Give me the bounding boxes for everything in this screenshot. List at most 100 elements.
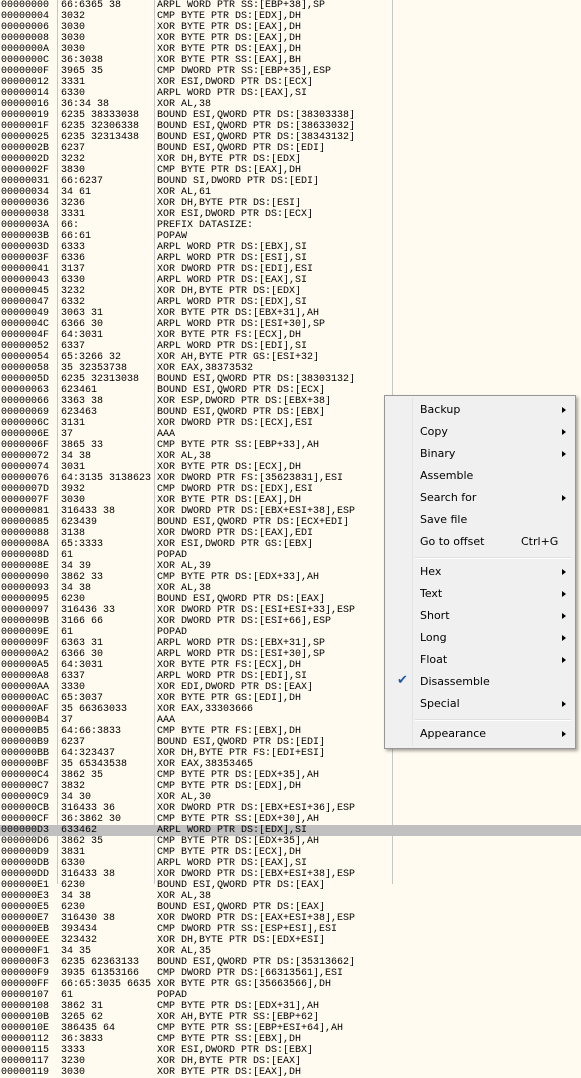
disasm-row[interactable]: 00000038 3331 XOR ESI,DWORD PTR DS:[ECX] — [0, 209, 581, 220]
disasm-row[interactable]: 0000000C 36:3038 XOR BYTE PTR SS:[EAX],BH — [0, 55, 581, 66]
disasm-row[interactable]: 00000047 6332 ARPL WORD PTR DS:[EDX],SI — [0, 297, 581, 308]
disasm-row[interactable]: 0000004C 6366 30 ARPL WORD PTR DS:[ESI+30]… — [0, 319, 581, 330]
disasm-row[interactable]: 00000108 3862 31 CMP BYTE PTR DS:[EDX+31],… — [0, 1001, 581, 1012]
menu-item-text[interactable]: Text — [388, 583, 572, 605]
disasm-row[interactable]: 0000002D 3232 XOR DH,BYTE PTR DS:[EDX] — [0, 154, 581, 165]
disasm-row[interactable]: 000000EB 393434 CMP DWORD PTR SS:[ESP+ESI]… — [0, 924, 581, 935]
instruction-cell: XOR DWORD PTR DS:[EBX+ESI+36],ESP — [157, 803, 356, 814]
menu-item-go-to-offset[interactable]: Go to offset Ctrl+G — [388, 531, 572, 553]
disasm-row[interactable]: 0000003B 66:61 POPAW — [0, 231, 581, 242]
instruction-cell: XOR AH,BYTE PTR GS:[ESI+32] — [157, 352, 320, 363]
hex-dump-cell: 36:34 38 — [61, 99, 110, 110]
address-cell: 0000000C — [1, 55, 50, 66]
disasm-row[interactable]: 0000001F 6235 32306338 BOUND ESI,QWORD PTR… — [0, 121, 581, 132]
disasm-row[interactable]: 0000005D 6235 32313038 BOUND ESI,QWORD PTR… — [0, 374, 581, 385]
disasm-row[interactable]: 000000C4 3862 35 CMP BYTE PTR DS:[EDX+35],… — [0, 770, 581, 781]
disasm-row[interactable]: 00000043 6330 ARPL WORD PTR DS:[EAX],SI — [0, 275, 581, 286]
disasm-row[interactable]: 0000003A 66: PREFIX DATASIZE: — [0, 220, 581, 231]
disasm-row[interactable]: 000000F9 3935 61353166 CMP DWORD PTR DS:[6… — [0, 968, 581, 979]
disasm-row[interactable]: 0000010B 3265 62 XOR AH,BYTE PTR SS:[EBP+6… — [0, 1012, 581, 1023]
disasm-row[interactable]: 00000008 3030 XOR BYTE PTR DS:[EAX],DH — [0, 33, 581, 44]
disasm-row[interactable]: 000000C9 34 30 XOR AL,30 — [0, 792, 581, 803]
disasm-row[interactable]: 000000DD 316433 38 XOR DWORD PTR DS:[EBX+E… — [0, 869, 581, 880]
menu-item-copy[interactable]: Copy — [388, 421, 572, 443]
disasm-row[interactable]: 000000F3 6235 62363133 BOUND ESI,QWORD PTR… — [0, 957, 581, 968]
disasm-row[interactable]: 00000112 36:3833 CMP BYTE PTR SS:[EBX],DH — [0, 1034, 581, 1045]
disasm-row[interactable]: 000000E1 6230 BOUND ESI,QWORD PTR DS:[EAX] — [0, 880, 581, 891]
disasm-row[interactable]: 000000EE 323432 XOR DH,BYTE PTR DS:[EDX+ES… — [0, 935, 581, 946]
menu-item-special[interactable]: Special — [388, 693, 572, 715]
disasm-row[interactable]: 000000E3 34 38 XOR AL,38 — [0, 891, 581, 902]
disasm-row[interactable]: 00000036 3236 XOR DH,BYTE PTR DS:[ESI] — [0, 198, 581, 209]
disasm-row[interactable]: 00000117 3230 XOR DH,BYTE PTR DS:[EAX] — [0, 1056, 581, 1067]
address-cell: 00000025 — [1, 132, 50, 143]
disasm-row[interactable]: 00000049 3063 31 XOR BYTE PTR DS:[EBX+31],… — [0, 308, 581, 319]
disasm-row[interactable]: 00000119 3030 XOR BYTE PTR DS:[EAX],DH — [0, 1067, 581, 1078]
instruction-cell: XOR DH,BYTE PTR DS:[EAX] — [157, 1056, 302, 1067]
submenu-arrow-icon — [562, 591, 566, 597]
disasm-row[interactable]: 00000115 3333 XOR ESI,DWORD PTR DS:[EBX] — [0, 1045, 581, 1056]
menu-item-save-file[interactable]: Save file — [388, 509, 572, 531]
menu-item-long[interactable]: Long — [388, 627, 572, 649]
menu-item-appearance[interactable]: Appearance — [388, 723, 572, 745]
hex-dump-cell: 3935 61353166 — [61, 968, 140, 979]
address-cell: 000000FF — [1, 979, 50, 990]
menu-item-search-for[interactable]: Search for — [388, 487, 572, 509]
instruction-cell: XOR BYTE PTR DS:[EAX],DH — [157, 33, 302, 44]
disasm-row[interactable]: 000000FF 66:65:3035 6635 XOR BYTE PTR GS:[… — [0, 979, 581, 990]
instruction-cell: ARPL WORD PTR DS:[EDX],SI — [157, 825, 308, 836]
disasm-row[interactable]: 00000004 3032 CMP BYTE PTR DS:[EDX],DH — [0, 11, 581, 22]
instruction-cell: CMP BYTE PTR DS:[EDX+35],AH — [157, 770, 320, 781]
disasm-row[interactable]: 00000054 65:3266 32 XOR AH,BYTE PTR GS:[ES… — [0, 352, 581, 363]
disasm-row[interactable]: 000000F1 34 35 XOR AL,35 — [0, 946, 581, 957]
disasm-row[interactable]: 00000052 6337 ARPL WORD PTR DS:[EDI],SI — [0, 341, 581, 352]
menu-item-backup[interactable]: Backup — [388, 399, 572, 421]
submenu-arrow-icon — [562, 495, 566, 501]
disasm-row[interactable]: 00000014 6330 ARPL WORD PTR DS:[EAX],SI — [0, 88, 581, 99]
menu-item-binary[interactable]: Binary — [388, 443, 572, 465]
disasm-row[interactable]: 0000010E 386435 64 CMP BYTE PTR SS:[EBP+ES… — [0, 1023, 581, 1034]
disasm-row[interactable]: 0000003D 6333 ARPL WORD PTR DS:[EBX],SI — [0, 242, 581, 253]
disasm-row[interactable]: 00000107 61 POPAD — [0, 990, 581, 1001]
disasm-row[interactable]: 000000CF 36:3862 30 CMP BYTE PTR SS:[EDX+3… — [0, 814, 581, 825]
selected-row[interactable]: 000000D3 633462 ARPL WORD PTR DS:[EDX],SI — [0, 825, 581, 836]
instruction-cell: XOR DH,BYTE PTR DS:[EDX] — [157, 154, 302, 165]
disasm-row[interactable]: 000000CB 316433 36 XOR DWORD PTR DS:[EBX+E… — [0, 803, 581, 814]
disasm-row[interactable]: 00000000 66:6365 38 ARPL WORD PTR SS:[EBP+… — [0, 0, 581, 11]
disasm-row[interactable]: 0000000A 3030 XOR BYTE PTR DS:[EAX],DH — [0, 44, 581, 55]
disasm-row[interactable]: 000000D9 3831 CMP BYTE PTR DS:[ECX],DH — [0, 847, 581, 858]
disasm-row[interactable]: 00000025 6235 32313438 BOUND ESI,QWORD PTR… — [0, 132, 581, 143]
disasm-row[interactable]: 00000016 36:34 38 XOR AL,38 — [0, 99, 581, 110]
disasm-row[interactable]: 000000D6 3862 35 CMP BYTE PTR DS:[EDX+35],… — [0, 836, 581, 847]
address-cell: 0000006E — [1, 429, 50, 440]
disasm-row[interactable]: 00000019 6235 38333038 BOUND ESI,QWORD PTR… — [0, 110, 581, 121]
hex-dump-cell: 6366 30 — [61, 649, 104, 660]
disasm-row[interactable]: 00000041 3137 XOR DWORD PTR DS:[EDI],ESI — [0, 264, 581, 275]
menu-item-disassemble[interactable]: ✔ Disassemble — [388, 671, 572, 693]
menu-item-assemble[interactable]: Assemble — [388, 465, 572, 487]
instruction-cell: XOR AL,38 — [157, 583, 212, 594]
disasm-row[interactable]: 000000E7 316430 38 XOR DWORD PTR DS:[EAX+E… — [0, 913, 581, 924]
disasm-row[interactable]: 000000C7 3832 CMP BYTE PTR DS:[EDX],DH — [0, 781, 581, 792]
disasm-row[interactable]: 0000004F 64:3031 XOR BYTE PTR FS:[ECX],DH — [0, 330, 581, 341]
menu-item-hex[interactable]: Hex — [388, 561, 572, 583]
disasm-row[interactable]: 0000003F 6336 ARPL WORD PTR DS:[ESI],SI — [0, 253, 581, 264]
disasm-row[interactable]: 00000034 34 61 XOR AL,61 — [0, 187, 581, 198]
disasm-row[interactable]: 0000000F 3965 35 CMP DWORD PTR SS:[EBP+35]… — [0, 66, 581, 77]
disasm-row[interactable]: 000000BF 35 65343538 XOR EAX,38353465 — [0, 759, 581, 770]
disasm-row[interactable]: 00000031 66:6237 BOUND SI,DWORD PTR DS:[ED… — [0, 176, 581, 187]
menu-item-float[interactable]: Float — [388, 649, 572, 671]
disasm-row[interactable]: 000000BB 64:323437 XOR DH,BYTE PTR FS:[EDI… — [0, 748, 581, 759]
disasm-row[interactable]: 00000045 3232 XOR DH,BYTE PTR DS:[EDX] — [0, 286, 581, 297]
disasm-row[interactable]: 00000006 3030 XOR BYTE PTR DS:[EAX],DH — [0, 22, 581, 33]
address-cell: 00000008 — [1, 33, 50, 44]
disasm-row[interactable]: 00000058 35 32353738 XOR EAX,38373532 — [0, 363, 581, 374]
menu-item-short[interactable]: Short — [388, 605, 572, 627]
instruction-cell: ARPL WORD PTR DS:[ESI],SI — [157, 253, 308, 264]
disasm-row[interactable]: 0000002F 3830 CMP BYTE PTR DS:[EAX],DH — [0, 165, 581, 176]
disasm-row[interactable]: 00000012 3331 XOR ESI,DWORD PTR DS:[ECX] — [0, 77, 581, 88]
disasm-row[interactable]: 000000DB 6330 ARPL WORD PTR DS:[EAX],SI — [0, 858, 581, 869]
address-cell: 0000007F — [1, 495, 50, 506]
disasm-row[interactable]: 000000E5 6230 BOUND ESI,QWORD PTR DS:[EAX] — [0, 902, 581, 913]
disasm-row[interactable]: 0000002B 6237 BOUND ESI,QWORD PTR DS:[EDI] — [0, 143, 581, 154]
